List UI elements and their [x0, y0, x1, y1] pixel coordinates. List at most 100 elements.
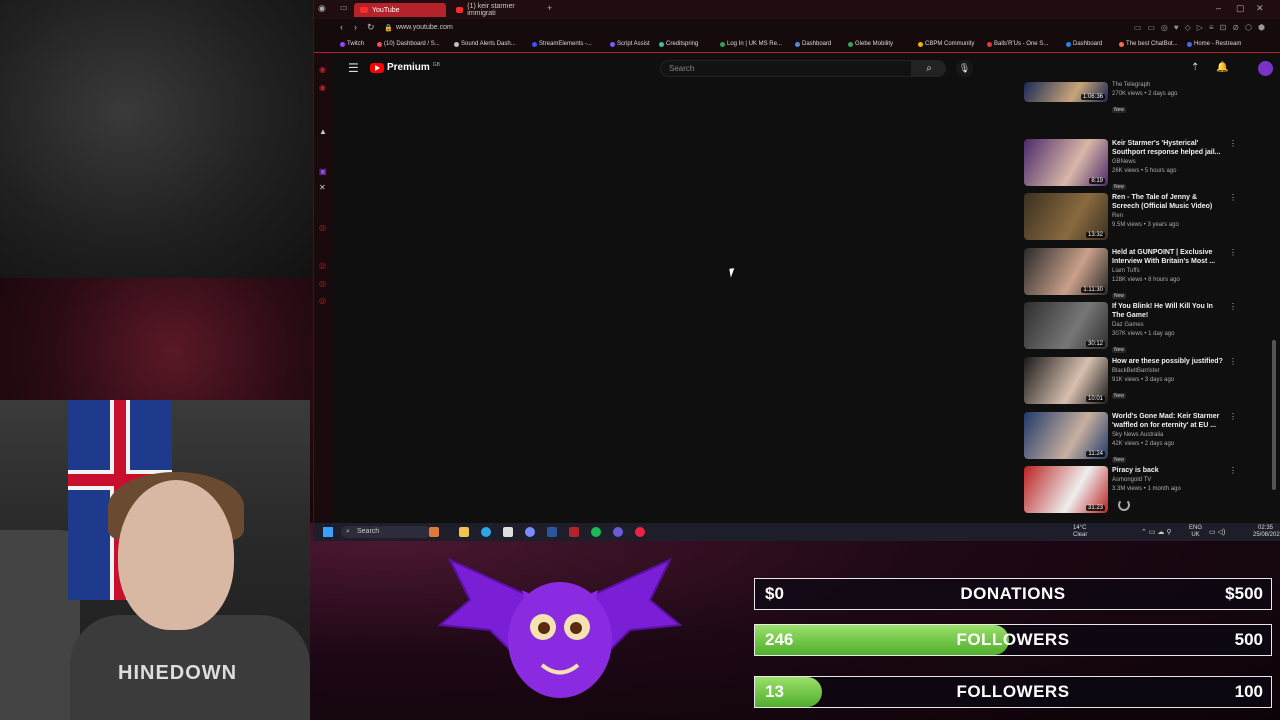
channel-name: BlackBeltBarrister [1112, 368, 1160, 374]
video-thumbnail[interactable]: 10:01 [1024, 357, 1108, 404]
reload-icon[interactable]: ↻ [367, 22, 375, 33]
video-thumbnail[interactable]: 1:06:36 [1024, 82, 1108, 102]
maximize-icon[interactable]: ▢ [1236, 3, 1245, 14]
more-options-icon[interactable]: ⋮ [1229, 139, 1237, 148]
more-options-icon[interactable]: ⋮ [1229, 302, 1237, 311]
video-thumbnail[interactable]: 13:32 [1024, 193, 1108, 241]
bookmark-item[interactable]: Script Assist [610, 41, 650, 47]
avatar[interactable] [1258, 61, 1273, 76]
more-options-icon[interactable]: ⋮ [1229, 193, 1237, 202]
recommended-video[interactable]: 11:24 World's Gone Mad: Keir Starmer 'waf… [1024, 411, 1237, 464]
bookmark-item[interactable]: Balls'R'Us - One S... [987, 41, 1048, 47]
video-thumbnail[interactable]: 8:19 [1024, 138, 1108, 186]
video-thumbnail[interactable]: 1:11:30 [1024, 247, 1108, 295]
overlay-background-top [0, 0, 314, 278]
taskbar-app-icon-2[interactable] [525, 527, 535, 537]
close-window-icon[interactable]: ✕ [1256, 3, 1264, 14]
bookmark-item[interactable]: StreamElements -... [532, 41, 592, 47]
bookmark-item[interactable]: The best ChatBot... [1119, 41, 1178, 47]
recommended-video[interactable]: 1:06:36 The Telegraph 270K views • 2 days … [1024, 82, 1229, 134]
bookmark-item[interactable]: Dashboard [1066, 41, 1102, 47]
taskbar-app-icon-1[interactable] [429, 527, 439, 537]
bookmark-item[interactable]: Glebe Mobility [848, 41, 893, 47]
bookmark-favicon-icon [987, 41, 992, 47]
taskbar-search[interactable]: ⌕ Search [341, 526, 431, 538]
search-button[interactable]: ⌕ [912, 60, 946, 77]
sidebar-app-icon-6[interactable]: ◎ [319, 279, 327, 288]
sidebar-app-icon-2[interactable]: ◉ [319, 83, 327, 92]
bookmark-label: CBPM Community [925, 41, 975, 47]
bookmark-item[interactable]: (10) Dashboard / S... [377, 41, 440, 47]
more-options-icon[interactable]: ⋮ [1229, 248, 1237, 257]
windows-start-icon[interactable] [323, 527, 333, 537]
system-tray-icons[interactable]: ⌃ ▭ ☁ ⚲ [1141, 528, 1171, 536]
recommended-video[interactable]: 1:11:30 Held at GUNPOINT | Exclusive Inte… [1024, 247, 1237, 300]
sidebar-twitch-icon[interactable]: ▣ [319, 167, 327, 176]
sidebar-app-icon-5[interactable]: ◎ [319, 261, 327, 270]
forward-icon[interactable]: › [354, 22, 357, 32]
sidebar-app-icon-1[interactable]: ◉ [319, 65, 327, 74]
back-icon[interactable]: ‹ [340, 22, 343, 32]
network-volume-icons[interactable]: ▭ ◁) [1209, 528, 1225, 536]
video-thumbnail[interactable]: 31:23 [1024, 466, 1108, 514]
new-badge: New [1112, 347, 1127, 354]
recommended-video[interactable]: 30:12 If You Blink! He Will Kill You In T… [1024, 302, 1237, 354]
bat-mascot-icon [437, 557, 683, 698]
url-text[interactable]: www.youtube.com [396, 24, 453, 31]
bookmark-label: Glebe Mobility [855, 41, 894, 47]
store-icon[interactable] [503, 527, 513, 537]
scrollbar[interactable] [1272, 340, 1276, 490]
bookmark-item[interactable]: Twitch [340, 41, 364, 47]
sidebar-x-icon[interactable]: ✕ [319, 183, 327, 192]
spotify-icon[interactable] [591, 527, 601, 537]
bookmark-item[interactable]: CBPM Community [918, 41, 974, 47]
bookmark-item[interactable]: Home - Restream [1187, 41, 1241, 47]
notifications-bell-icon[interactable]: 🔔 [1216, 62, 1228, 73]
video-thumbnail[interactable]: 30:12 [1024, 302, 1108, 350]
video-meta: 128K views • 8 hours ago [1112, 276, 1180, 283]
discord-icon[interactable] [613, 527, 623, 537]
sidebar-app-icon-3[interactable]: ▲ [319, 127, 327, 136]
browser-menu-icon[interactable]: ◉ [318, 3, 326, 14]
bookmark-favicon-icon [532, 41, 537, 47]
create-upload-icon[interactable]: ⇡ [1191, 62, 1199, 73]
language-indicator[interactable]: ENG UK [1189, 525, 1202, 539]
new-tab-button[interactable]: + [547, 3, 552, 13]
more-options-icon[interactable]: ⋮ [1229, 466, 1237, 475]
opera-gx-icon[interactable] [569, 527, 579, 537]
obs-icon[interactable] [635, 527, 645, 537]
recommended-video[interactable]: 13:32 Ren - The Tale of Jenny & Screech (… [1024, 193, 1237, 245]
bookmark-favicon-icon [377, 41, 382, 47]
recommended-video[interactable]: 8:19 Keir Starmer's 'Hysterical' Southpor… [1024, 138, 1237, 191]
bookmark-item[interactable]: Dashboard [795, 41, 831, 47]
edge-browser-icon[interactable] [481, 527, 491, 537]
video-title: Held at GUNPOINT | Exclusive Interview W… [1112, 248, 1216, 265]
bookmark-label: Creditspring [666, 41, 699, 47]
more-options-icon[interactable]: ⋮ [1229, 412, 1237, 421]
bookmark-favicon-icon [340, 41, 345, 47]
weather-widget[interactable]: 14°C Clear [1073, 525, 1087, 539]
file-explorer-icon[interactable] [459, 527, 469, 537]
bookmark-item[interactable]: Sound Alerts Dash... [454, 41, 516, 47]
tab-list-icon[interactable]: ▭ [340, 3, 348, 12]
tab-keir-starmer-search[interactable]: (1) keir starmer immigrati [450, 3, 544, 17]
tab-youtube[interactable]: YouTube [354, 3, 446, 17]
new-badge: New [1112, 456, 1127, 463]
video-thumbnail[interactable]: 11:24 [1024, 411, 1108, 459]
clock[interactable]: 02:35 25/08/2025 [1253, 525, 1280, 539]
bookmark-item[interactable]: Log In | UK MS Re... [720, 41, 782, 47]
word-icon[interactable] [547, 527, 557, 537]
extension-icons[interactable]: ▭▭◎♥◇▷≡⊡⊘⬡⬢ [1134, 23, 1271, 32]
loading-spinner-icon [1118, 499, 1130, 511]
minimize-icon[interactable]: – [1216, 3, 1221, 13]
microphone-icon[interactable]: 🎙 [956, 60, 973, 77]
sidebar-app-icon-4[interactable]: ◎ [319, 223, 327, 232]
sidebar-app-icon-7[interactable]: ◎ [319, 296, 327, 305]
bookmark-item[interactable]: Creditspring [659, 41, 698, 47]
webcam-face [118, 480, 234, 630]
youtube-premium-logo[interactable]: Premium GB [370, 62, 440, 73]
hamburger-menu-icon[interactable]: ☰ [348, 61, 359, 75]
more-options-icon[interactable]: ⋮ [1229, 357, 1237, 366]
recommended-video[interactable]: 10:01 How are these possibly justified? Bl… [1024, 357, 1237, 409]
search-input[interactable]: Search [660, 60, 912, 77]
